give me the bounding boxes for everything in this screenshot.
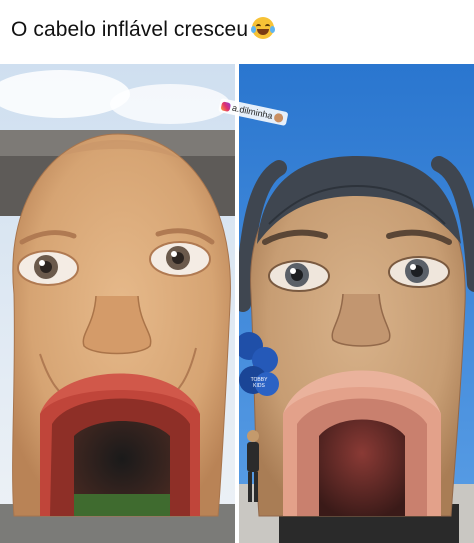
left-photo-bald-inflatable [0,64,235,543]
balloon-print-2: KIDS [253,383,265,389]
caption-bar: O cabelo inflável cresceu [0,0,474,62]
right-photo-inflatable-with-hair: TOBBY KIDS [239,64,474,543]
laughing-crying-emoji-icon [251,17,276,39]
meme-caption: O cabelo inflável cresceu [11,17,276,42]
caption-text: O cabelo inflável cresceu [11,18,249,41]
face-emoji-icon [273,112,285,123]
instagram-icon [220,100,232,112]
